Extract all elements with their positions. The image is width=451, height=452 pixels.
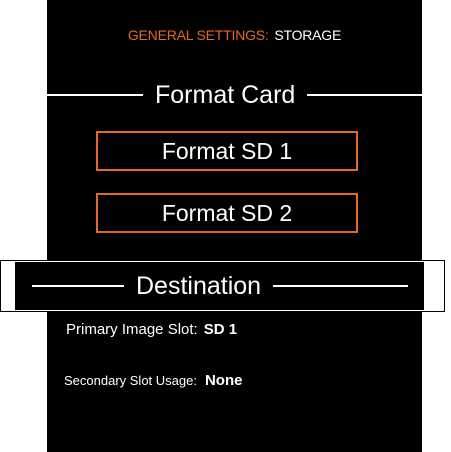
- secondary-slot-usage-label: Secondary Slot Usage:: [64, 373, 197, 388]
- primary-image-slot-value: SD 1: [203, 321, 238, 338]
- storage-settings-screen: GENERAL SETTINGS: STORAGE Format Card Fo…: [47, 0, 422, 452]
- secondary-slot-usage-setting[interactable]: Secondary Slot Usage: None: [64, 372, 242, 389]
- primary-image-slot-label: Primary Image Slot:: [66, 321, 198, 338]
- divider-right: [307, 94, 422, 96]
- divider-left: [47, 94, 143, 96]
- primary-image-slot-setting[interactable]: Primary Image Slot: SD 1: [66, 321, 237, 338]
- format-sd1-button[interactable]: Format SD 1: [96, 131, 358, 171]
- divider-right: [273, 285, 408, 287]
- format-card-heading: Format Card: [47, 77, 422, 113]
- destination-heading-selected[interactable]: Destination: [15, 262, 424, 310]
- secondary-slot-usage-value: None: [204, 372, 243, 389]
- header-section-label: GENERAL SETTINGS:: [127, 27, 269, 43]
- format-card-title: Format Card: [155, 80, 296, 109]
- destination-heading: Destination: [15, 262, 424, 310]
- header-page-label: STORAGE: [274, 27, 342, 43]
- divider-left: [32, 285, 124, 287]
- format-sd2-button[interactable]: Format SD 2: [96, 193, 358, 233]
- destination-title: Destination: [136, 271, 262, 300]
- page-header: GENERAL SETTINGS: STORAGE: [47, 27, 422, 43]
